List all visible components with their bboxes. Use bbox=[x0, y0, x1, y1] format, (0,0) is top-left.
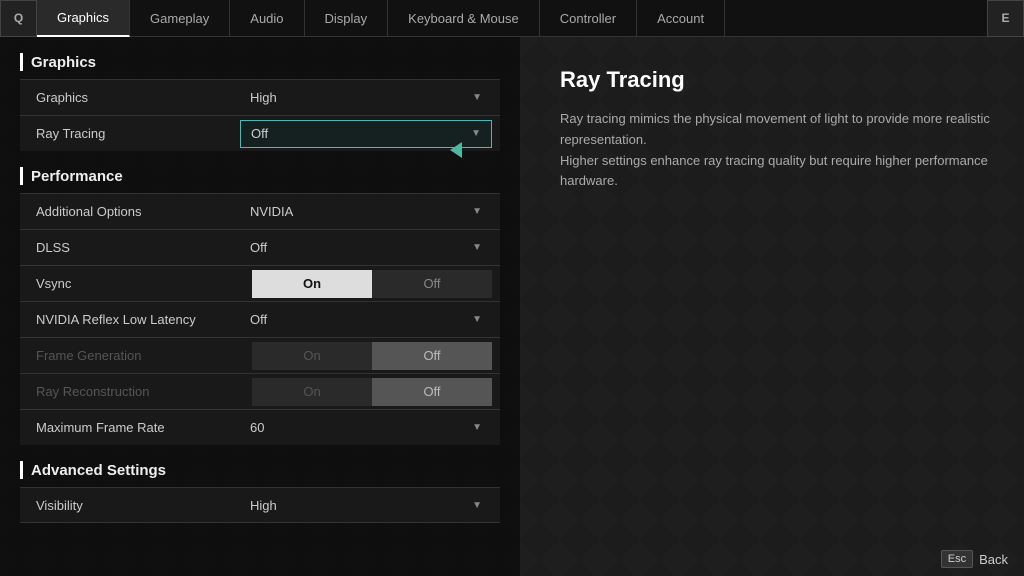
q-key[interactable]: Q bbox=[0, 0, 37, 37]
graphics-quality-dropdown[interactable]: High ▼ bbox=[240, 84, 492, 112]
dlss-label: DLSS bbox=[20, 240, 240, 255]
frame-generation-control: On Off bbox=[240, 342, 500, 370]
nvidia-reflex-value: Off bbox=[250, 312, 267, 327]
frame-gen-on-button: On bbox=[252, 342, 372, 370]
max-frame-rate-value: 60 bbox=[250, 420, 264, 435]
graphics-quality-value: High bbox=[250, 90, 277, 105]
vsync-control[interactable]: On Off bbox=[240, 270, 500, 298]
dlss-dropdown[interactable]: Off ▼ bbox=[240, 234, 492, 262]
bottom-bar: Esc Back bbox=[941, 550, 1008, 568]
graphics-quality-control[interactable]: High ▼ bbox=[240, 84, 500, 112]
performance-section-title: Performance bbox=[31, 168, 123, 185]
ray-recon-on-button: On bbox=[252, 378, 372, 406]
tab-graphics[interactable]: Graphics bbox=[37, 0, 130, 37]
ray-reconstruction-label: Ray Reconstruction bbox=[20, 384, 240, 399]
tab-display[interactable]: Display bbox=[305, 0, 389, 37]
visibility-control[interactable]: High ▼ bbox=[240, 491, 500, 519]
info-panel-description: Ray tracing mimics the physical movement… bbox=[560, 109, 994, 192]
additional-options-control[interactable]: NVIDIA ▼ bbox=[240, 198, 500, 226]
e-key[interactable]: E bbox=[987, 0, 1024, 37]
vsync-label: Vsync bbox=[20, 276, 240, 291]
frame-generation-toggle-group: On Off bbox=[252, 342, 492, 370]
max-frame-rate-row[interactable]: Maximum Frame Rate 60 ▼ bbox=[20, 409, 500, 445]
nvidia-reflex-dropdown[interactable]: Off ▼ bbox=[240, 306, 492, 334]
max-frame-rate-dropdown[interactable]: 60 ▼ bbox=[240, 414, 492, 442]
esc-key[interactable]: Esc bbox=[941, 550, 973, 568]
left-panel: Graphics Graphics High ▼ Ray Tracing Off… bbox=[0, 37, 520, 576]
additional-options-dropdown[interactable]: NVIDIA ▼ bbox=[240, 198, 492, 226]
info-line-1: Ray tracing mimics the physical movement… bbox=[560, 111, 990, 126]
ray-tracing-label: Ray Tracing bbox=[20, 126, 240, 141]
graphics-section-header: Graphics bbox=[20, 53, 500, 71]
ray-reconstruction-control: On Off bbox=[240, 378, 500, 406]
nvidia-reflex-label: NVIDIA Reflex Low Latency bbox=[20, 312, 240, 327]
back-label: Back bbox=[979, 552, 1008, 567]
visibility-label: Visibility bbox=[20, 498, 240, 513]
tab-controller[interactable]: Controller bbox=[540, 0, 637, 37]
advanced-section-bar bbox=[20, 461, 23, 479]
ray-recon-off-button: Off bbox=[372, 378, 492, 406]
additional-options-value: NVIDIA bbox=[250, 204, 293, 219]
nvidia-reflex-row[interactable]: NVIDIA Reflex Low Latency Off ▼ bbox=[20, 301, 500, 337]
advanced-section-header: Advanced Settings bbox=[20, 461, 500, 479]
performance-section-bar bbox=[20, 167, 23, 185]
dlss-value: Off bbox=[250, 240, 267, 255]
info-panel-title: Ray Tracing bbox=[560, 67, 994, 93]
ray-reconstruction-row: Ray Reconstruction On Off bbox=[20, 373, 500, 409]
nvidia-reflex-control[interactable]: Off ▼ bbox=[240, 306, 500, 334]
vsync-off-button[interactable]: Off bbox=[372, 270, 492, 298]
visibility-dropdown[interactable]: High ▼ bbox=[240, 491, 492, 519]
max-frame-rate-control[interactable]: 60 ▼ bbox=[240, 414, 500, 442]
vsync-toggle-group[interactable]: On Off bbox=[252, 270, 492, 298]
tab-gameplay[interactable]: Gameplay bbox=[130, 0, 230, 37]
visibility-value: High bbox=[250, 498, 277, 513]
ray-reconstruction-toggle-group: On Off bbox=[252, 378, 492, 406]
vsync-row[interactable]: Vsync On Off bbox=[20, 265, 500, 301]
performance-section-header: Performance bbox=[20, 167, 500, 185]
right-panel: Ray Tracing Ray tracing mimics the physi… bbox=[520, 37, 1024, 576]
advanced-section-title: Advanced Settings bbox=[31, 462, 166, 479]
nvidia-reflex-arrow: ▼ bbox=[472, 314, 482, 325]
additional-options-row[interactable]: Additional Options NVIDIA ▼ bbox=[20, 193, 500, 229]
frame-generation-row: Frame Generation On Off bbox=[20, 337, 500, 373]
graphics-quality-label: Graphics bbox=[20, 90, 240, 105]
dlss-row[interactable]: DLSS Off ▼ bbox=[20, 229, 500, 265]
additional-options-label: Additional Options bbox=[20, 204, 240, 219]
tab-audio[interactable]: Audio bbox=[230, 0, 304, 37]
ray-tracing-row[interactable]: Ray Tracing Off ▼ bbox=[20, 115, 500, 151]
vsync-on-button[interactable]: On bbox=[252, 270, 372, 298]
max-frame-rate-label: Maximum Frame Rate bbox=[20, 420, 240, 435]
tab-keyboard-mouse[interactable]: Keyboard & Mouse bbox=[388, 0, 540, 37]
frame-gen-off-button: Off bbox=[372, 342, 492, 370]
dlss-control[interactable]: Off ▼ bbox=[240, 234, 500, 262]
graphics-quality-row[interactable]: Graphics High ▼ bbox=[20, 79, 500, 115]
visibility-arrow: ▼ bbox=[472, 500, 482, 511]
cursor-indicator bbox=[450, 142, 462, 158]
additional-options-arrow: ▼ bbox=[472, 206, 482, 217]
info-line-4: hardware. bbox=[560, 173, 618, 188]
info-line-3: Higher settings enhance ray tracing qual… bbox=[560, 153, 988, 168]
max-frame-rate-arrow: ▼ bbox=[472, 422, 482, 433]
graphics-section-title: Graphics bbox=[31, 54, 96, 71]
tab-account[interactable]: Account bbox=[637, 0, 725, 37]
section-bar bbox=[20, 53, 23, 71]
dlss-arrow: ▼ bbox=[472, 242, 482, 253]
nav-bar: Q Graphics Gameplay Audio Display Keyboa… bbox=[0, 0, 1024, 37]
ray-tracing-value: Off bbox=[251, 126, 268, 141]
graphics-quality-arrow: ▼ bbox=[472, 92, 482, 103]
main-layout: Graphics Graphics High ▼ Ray Tracing Off… bbox=[0, 37, 1024, 576]
ray-tracing-arrow: ▼ bbox=[471, 128, 481, 139]
visibility-row[interactable]: Visibility High ▼ bbox=[20, 487, 500, 523]
info-line-2: representation. bbox=[560, 132, 647, 147]
frame-generation-label: Frame Generation bbox=[20, 348, 240, 363]
